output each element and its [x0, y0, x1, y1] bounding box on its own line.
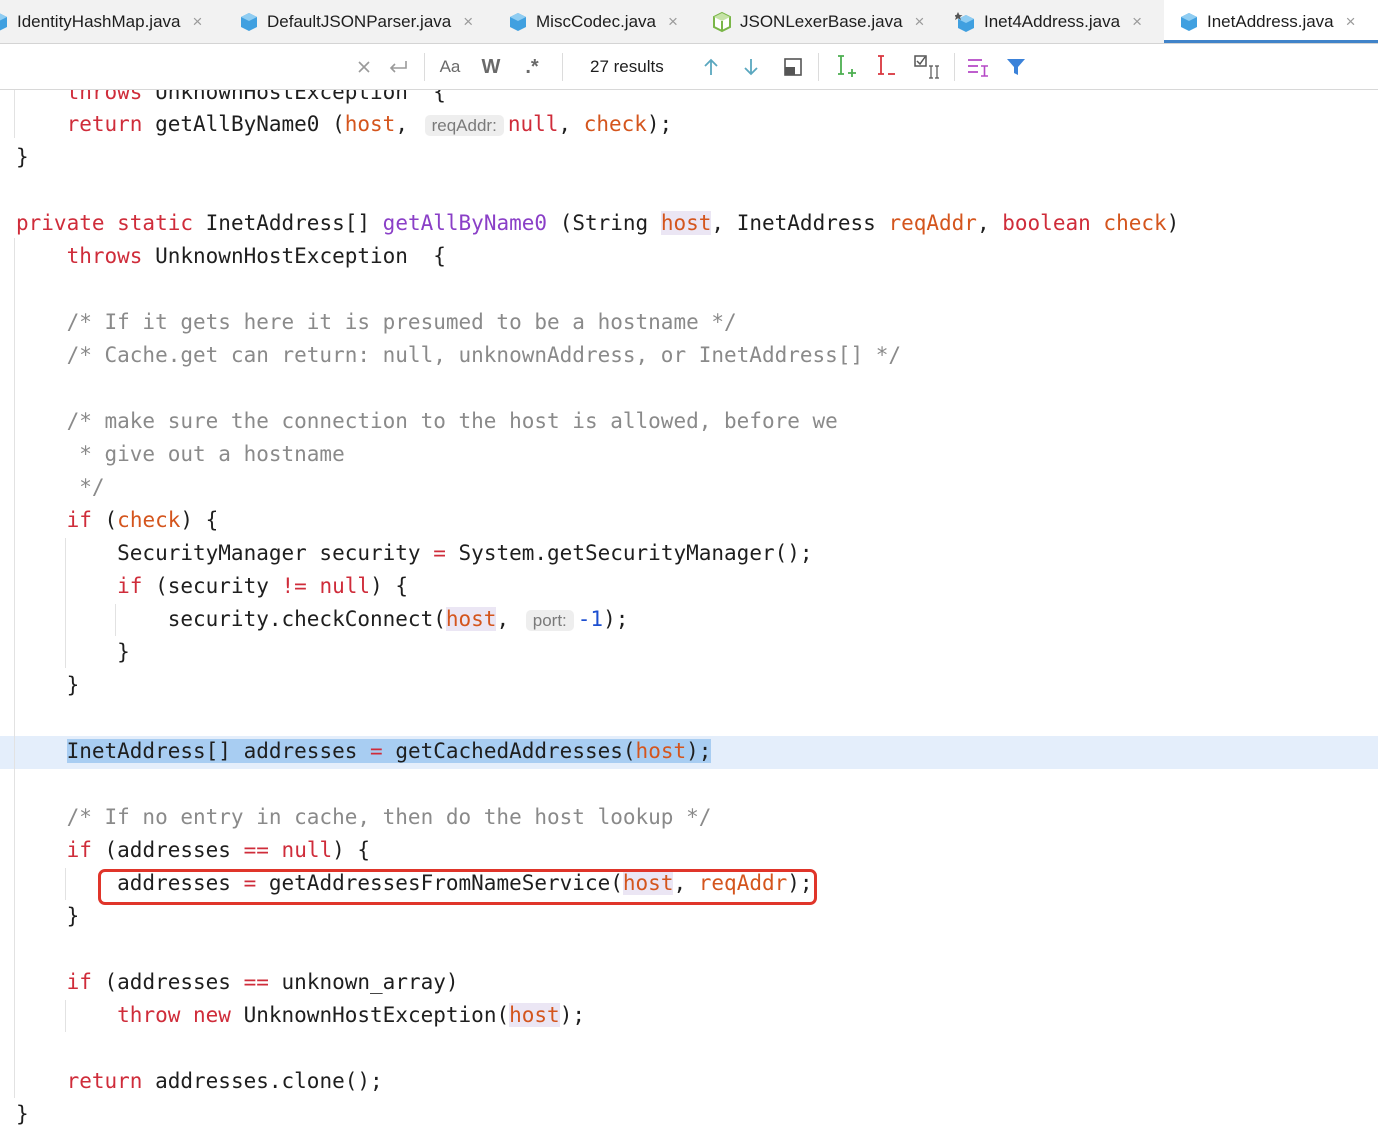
- results-count: 27 results: [590, 57, 664, 76]
- java-class-icon: [953, 11, 977, 33]
- code-line: }: [16, 673, 80, 697]
- tab-label: Inet4Address.java: [984, 12, 1121, 31]
- code-line: return getAllByName0 (host, reqAddr: null…: [66, 112, 673, 136]
- code-line: throws UnknownHostException {: [66, 90, 446, 104]
- clear-search-icon[interactable]: [352, 44, 376, 90]
- tab-label: IdentityHashMap.java: [17, 12, 181, 31]
- close-icon[interactable]: ×: [1346, 12, 1356, 32]
- remove-selection-icon[interactable]: [872, 44, 900, 90]
- tab-label: DefaultJSONParser.java: [267, 12, 452, 31]
- tab-inet4address[interactable]: Inet4Address.java ×: [953, 0, 1142, 43]
- select-all-occurrences-icon[interactable]: [912, 44, 942, 90]
- code-editor[interactable]: throws UnknownHostException { return get…: [0, 90, 1378, 1134]
- find-toolbar: Aa W .* 27 results: [0, 44, 1378, 90]
- java-class-icon: [507, 11, 529, 33]
- code-line: if (addresses == unknown_array): [66, 970, 459, 994]
- code-comment: /* If no entry in cache, then do the hos…: [16, 805, 712, 829]
- java-class-icon: [238, 11, 260, 33]
- indent-guide: [14, 90, 15, 138]
- code-line: throw new UnknownHostException(host);: [117, 1003, 585, 1027]
- code-line: }: [16, 1102, 29, 1126]
- code-line-selected: InetAddress[] addresses = getCachedAddre…: [66, 739, 712, 763]
- divider: [818, 53, 819, 81]
- words-button[interactable]: W: [476, 44, 506, 90]
- code-line: if (addresses == null) {: [66, 838, 371, 862]
- java-class-icon: [1178, 11, 1200, 33]
- filter-icon[interactable]: [1002, 44, 1030, 90]
- code-line: SecurityManager security = System.getSec…: [16, 541, 813, 565]
- divider: [424, 53, 425, 81]
- indent-guide: [14, 238, 15, 1098]
- open-in-window-icon[interactable]: [780, 44, 806, 90]
- divider: [954, 53, 955, 81]
- java-abstract-class-icon: [711, 11, 733, 33]
- code-line: if (check) {: [66, 508, 219, 532]
- annotation-highlight-box: [98, 869, 817, 905]
- regex-button[interactable]: .*: [518, 44, 546, 90]
- parameter-hint: port:: [525, 610, 574, 631]
- close-icon[interactable]: ×: [1132, 12, 1142, 32]
- java-class-icon: [0, 11, 10, 33]
- search-input[interactable]: [0, 44, 340, 90]
- code-line: }: [16, 640, 130, 664]
- code-comment: */: [16, 475, 105, 499]
- close-icon[interactable]: ×: [668, 12, 678, 32]
- close-icon[interactable]: ×: [463, 12, 473, 32]
- tab-jsonlexerbase[interactable]: JSONLexerBase.java ×: [711, 0, 925, 43]
- code-line: if (security != null) {: [117, 574, 408, 598]
- new-line-icon[interactable]: [384, 44, 412, 90]
- match-case-button[interactable]: Aa: [434, 44, 466, 90]
- divider: [562, 53, 563, 81]
- tab-label: MiscCodec.java: [536, 12, 656, 31]
- tab-label: InetAddress.java: [1207, 12, 1334, 31]
- filter-search-results-icon[interactable]: [964, 44, 994, 90]
- parameter-hint: reqAddr:: [424, 115, 504, 136]
- previous-occurrence-icon[interactable]: [698, 44, 724, 90]
- add-selection-icon[interactable]: [832, 44, 860, 90]
- tab-defaultjsonparser[interactable]: DefaultJSONParser.java ×: [238, 0, 473, 43]
- editor-tab-bar: IdentityHashMap.java × DefaultJSONParser…: [0, 0, 1378, 44]
- next-occurrence-icon[interactable]: [738, 44, 764, 90]
- code-comment: /* Cache.get can return: null, unknownAd…: [16, 343, 902, 367]
- code-line: }: [16, 145, 29, 169]
- code-line: }: [16, 904, 80, 928]
- close-icon[interactable]: ×: [192, 12, 202, 32]
- code-comment: /* make sure the connection to the host …: [16, 409, 838, 433]
- tab-misccodec[interactable]: MiscCodec.java ×: [507, 0, 678, 43]
- code-line: security.checkConnect(host, port: -1);: [16, 607, 629, 631]
- tab-identityhashmap[interactable]: IdentityHashMap.java ×: [0, 0, 202, 43]
- code-comment: /* If it gets here it is presumed to be …: [16, 310, 737, 334]
- tab-inetaddress[interactable]: InetAddress.java ×: [1164, 0, 1378, 43]
- code-comment: * give out a hostname: [16, 442, 345, 466]
- close-icon[interactable]: ×: [915, 12, 925, 32]
- code-line: return addresses.clone();: [66, 1069, 383, 1093]
- tab-label: JSONLexerBase.java: [740, 12, 903, 31]
- code-line: private static InetAddress[] getAllByNam…: [16, 211, 1180, 235]
- code-line: throws UnknownHostException {: [66, 244, 446, 268]
